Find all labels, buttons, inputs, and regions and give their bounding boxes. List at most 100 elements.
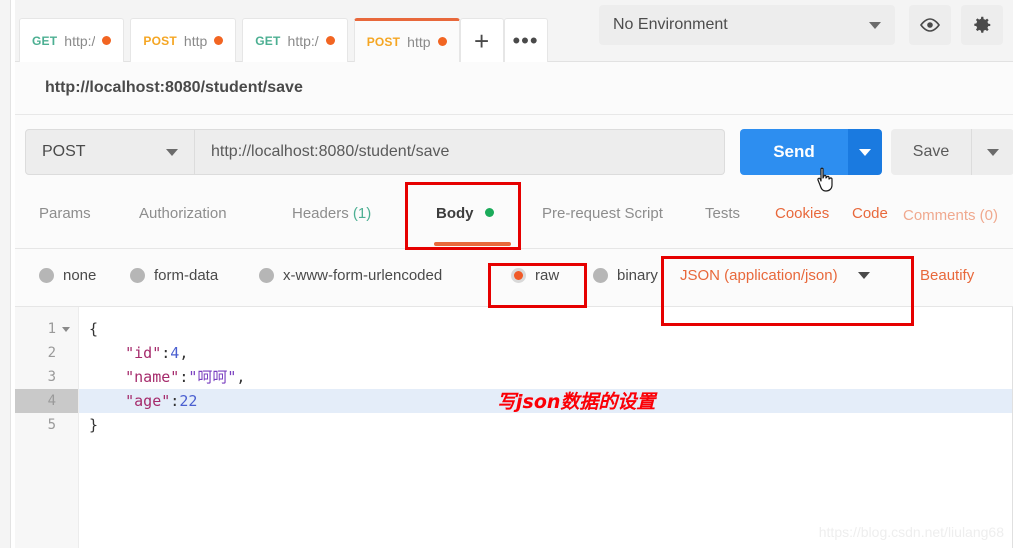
chevron-down-icon: [166, 148, 178, 156]
unsaved-dot-icon: [102, 36, 112, 45]
save-button[interactable]: Save: [891, 129, 971, 175]
code-token: :: [179, 368, 189, 386]
body-radio-form-data[interactable]: form-data: [130, 267, 218, 284]
tab-url-label: http:/: [287, 32, 319, 49]
body-present-dot-icon: [484, 208, 494, 217]
chevron-down-icon: [859, 148, 871, 156]
tab-bar: GET http:/ POST http GET http:/ POST htt…: [15, 0, 1013, 62]
active-tab-underline: [434, 242, 511, 246]
radio-label: raw: [535, 267, 560, 284]
line-number: 1: [47, 321, 56, 337]
ellipsis-icon: •••: [512, 27, 539, 53]
code-link[interactable]: Code: [852, 205, 888, 222]
code-token: "name": [89, 368, 180, 386]
tab-params[interactable]: Params: [39, 205, 91, 222]
tab-method-label: GET: [255, 33, 281, 48]
code-token: }: [89, 416, 99, 434]
chevron-down-icon: [857, 272, 870, 279]
raw-body-editor[interactable]: 12345 { "id":4, "name":"呵呵", "age":22} 写…: [15, 307, 1013, 548]
tab-label: Params: [39, 205, 91, 222]
body-radio-binary[interactable]: binary: [593, 267, 658, 284]
request-tab-3[interactable]: GET http:/: [242, 18, 348, 62]
left-rail: [0, 0, 11, 548]
more-tabs-button[interactable]: •••: [503, 18, 548, 62]
gear-icon: [974, 16, 991, 33]
tab-authorization[interactable]: Authorization: [139, 205, 227, 222]
request-tab-2[interactable]: POST http: [130, 18, 237, 62]
radio-icon: [130, 268, 145, 283]
cookies-link[interactable]: Cookies: [775, 205, 829, 222]
send-options-button[interactable]: [848, 129, 882, 175]
body-radio-raw[interactable]: raw: [511, 267, 559, 284]
code-token: "age": [89, 392, 171, 410]
annotation-note-text: 写json数据的设置: [497, 391, 656, 413]
request-section-tabs: Params Authorization Headers (1) Body Pr…: [15, 167, 1013, 249]
code-token: {: [89, 320, 99, 338]
tab-body[interactable]: Body: [436, 205, 494, 222]
code-token: :: [170, 392, 180, 410]
line-number: 4: [47, 393, 56, 409]
request-url-bar: POST http://localhost:8080/student/save …: [15, 115, 1013, 303]
save-options-button[interactable]: [971, 129, 1013, 175]
postman-window: GET http:/ POST http GET http:/ POST htt…: [0, 0, 1013, 548]
eye-icon: [920, 18, 940, 32]
environment-label: No Environment: [613, 16, 728, 33]
gutter-active-line-highlight: [15, 389, 78, 413]
unsaved-dot-icon: [437, 37, 447, 46]
radio-icon: [593, 268, 608, 283]
code-token: ,: [179, 344, 189, 362]
chevron-down-icon: [869, 21, 881, 29]
tab-label: Authorization: [139, 205, 227, 222]
request-tab-1[interactable]: GET http:/: [19, 18, 125, 62]
tab-label: Body: [436, 205, 474, 222]
editor-code-area[interactable]: { "id":4, "name":"呵呵", "age":22}: [79, 307, 1012, 548]
breadcrumb: http://localhost:8080/student/save: [15, 62, 1013, 115]
settings-button[interactable]: [961, 5, 1003, 45]
send-button-group: Send: [740, 129, 882, 175]
code-token: 4: [170, 344, 180, 362]
request-tab-strip: GET http:/ POST http GET http:/ POST htt…: [19, 14, 548, 62]
radio-label: none: [63, 267, 97, 284]
tab-method-label: POST: [366, 34, 401, 49]
tab-url-label: http:/: [64, 32, 96, 49]
radio-icon-selected: [511, 268, 526, 283]
code-line: {: [89, 317, 98, 341]
environment-selector[interactable]: No Environment: [599, 5, 895, 45]
tab-url-label: http: [407, 33, 431, 50]
url-input[interactable]: http://localhost:8080/student/save: [195, 129, 725, 175]
tab-url-label: http: [183, 32, 208, 49]
radio-label: x-www-form-urlencoded: [283, 267, 443, 284]
body-radio-none[interactable]: none: [39, 267, 96, 284]
page-title: http://localhost:8080/student/save: [45, 79, 303, 96]
content-type-value: JSON (application/json): [680, 267, 838, 284]
tab-headers[interactable]: Headers (1): [292, 205, 371, 222]
environment-quick-look-button[interactable]: [909, 5, 951, 45]
tab-tests[interactable]: Tests: [705, 205, 740, 222]
code-token: 22: [179, 392, 198, 410]
body-radio-urlencoded[interactable]: x-www-form-urlencoded: [259, 267, 442, 284]
radio-icon: [259, 268, 274, 283]
code-line: "id":4,: [89, 341, 188, 365]
tab-pre-request-script[interactable]: Pre-request Script: [542, 205, 663, 222]
tab-label: Tests: [705, 205, 741, 222]
unsaved-dot-icon: [214, 36, 224, 45]
line-number: 2: [47, 345, 56, 361]
http-method-value: POST: [42, 143, 86, 160]
request-tab-4-active[interactable]: POST http: [353, 18, 460, 62]
chevron-down-icon: [987, 148, 999, 156]
content-type-select[interactable]: JSON (application/json): [680, 267, 870, 284]
line-number: 5: [47, 417, 56, 433]
code-token: "id": [89, 344, 162, 362]
code-line: }: [89, 413, 98, 437]
plus-icon: +: [473, 25, 490, 56]
send-button[interactable]: Send: [740, 129, 848, 175]
new-tab-button[interactable]: +: [459, 18, 504, 62]
http-method-select[interactable]: POST: [25, 129, 195, 175]
tab-label: Headers: [292, 205, 349, 222]
body-type-row: none form-data x-www-form-urlencoded raw…: [15, 249, 1013, 307]
radio-label: form-data: [154, 267, 219, 284]
unsaved-dot-icon: [325, 36, 335, 45]
code-fold-toggle-icon[interactable]: [62, 327, 70, 332]
comments-link[interactable]: Comments (0): [903, 205, 999, 227]
beautify-link[interactable]: Beautify: [920, 267, 974, 284]
